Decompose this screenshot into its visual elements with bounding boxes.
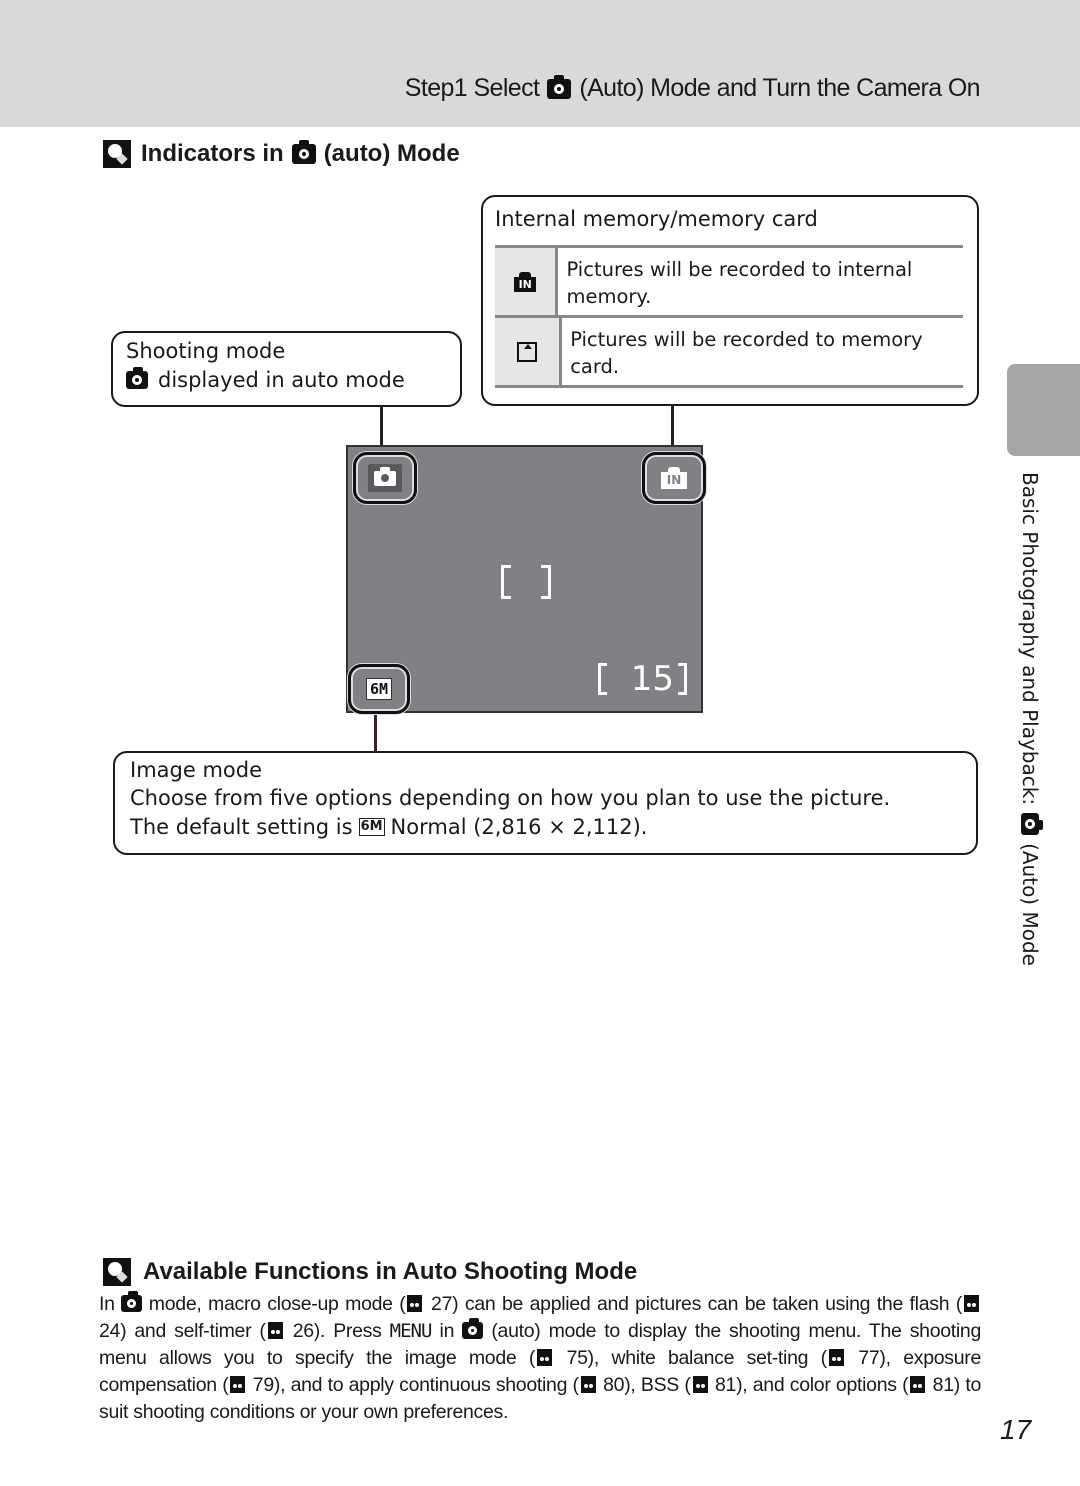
header-band xyxy=(0,0,1080,127)
step-title: Step1 Select (Auto) Mode and Turn the Ca… xyxy=(404,74,981,103)
chapter-tab-label: Basic Photography and Playback: (Auto) M… xyxy=(1018,472,1042,966)
page-reference-icon xyxy=(910,1376,926,1393)
camera-icon xyxy=(547,74,572,99)
exposures-remaining: 15 xyxy=(597,659,687,699)
image-mode-callout: Image mode Choose from five options depe… xyxy=(113,751,978,855)
section-title-suffix: (auto) Mode xyxy=(323,140,460,167)
shooting-mode-indicator xyxy=(353,452,417,504)
menu-button-label: MENU xyxy=(389,1320,433,1342)
image-mode-6m-icon: 6M xyxy=(358,818,385,836)
page-reference-icon xyxy=(230,1376,246,1393)
shooting-mode-callout: Shooting mode displayed in auto mode xyxy=(111,331,462,407)
image-mode-indicator: 6M xyxy=(348,664,410,714)
tips-paragraph: In mode, macro close-up mode ( 27) can b… xyxy=(99,1291,982,1423)
camera-icon xyxy=(291,140,316,164)
camera-icon xyxy=(126,367,148,389)
image-mode-title: Image mode xyxy=(130,758,262,782)
page-reference-icon xyxy=(964,1295,979,1312)
memory-table: IN Pictures will be recorded to internal… xyxy=(495,245,963,388)
memory-indicator: IN xyxy=(642,452,706,504)
memory-row-internal: IN Pictures will be recorded to internal… xyxy=(495,248,963,318)
tip-icon xyxy=(103,140,131,168)
page-reference-icon xyxy=(692,1376,708,1393)
memory-row-card: Pictures will be recorded to memory card… xyxy=(495,318,963,388)
step-title-suffix: (Auto) Mode and Turn the Camera On xyxy=(579,74,980,102)
shooting-mode-desc: displayed in auto mode xyxy=(158,368,405,392)
memory-callout: Internal memory/memory card IN Pictures … xyxy=(481,195,979,406)
memory-card-icon xyxy=(517,341,538,362)
memory-row-text: Pictures will be recorded to internal me… xyxy=(566,258,913,308)
camera-icon xyxy=(462,1318,484,1339)
page-reference-icon xyxy=(580,1376,596,1393)
camera-icon xyxy=(374,466,396,486)
internal-memory-icon: IN xyxy=(661,467,687,489)
memory-callout-title: Internal memory/memory card xyxy=(495,207,818,231)
tip-icon xyxy=(103,1258,131,1286)
chapter-tab xyxy=(1007,364,1080,456)
focus-bracket-right xyxy=(541,565,551,599)
camera-lcd-screen: IN 6M 15 xyxy=(346,445,706,714)
page-reference-icon xyxy=(267,1322,283,1339)
page-reference-icon xyxy=(537,1349,553,1366)
focus-bracket-left xyxy=(501,565,511,599)
page-reference-icon xyxy=(828,1349,844,1366)
memory-row-text: Pictures will be recorded to memory card… xyxy=(570,328,923,378)
image-mode-default-suffix: Normal (2,816 × 2,112). xyxy=(390,815,648,839)
tips-title: Available Functions in Auto Shooting Mod… xyxy=(103,1258,637,1286)
page-number: 17 xyxy=(1000,1414,1032,1445)
image-mode-default-prefix: The default setting is xyxy=(130,815,353,839)
internal-memory-icon: IN xyxy=(514,271,537,292)
section-title: Indicators in (auto) Mode xyxy=(103,140,460,168)
section-title-prefix: Indicators in xyxy=(141,140,284,167)
camera-icon xyxy=(121,1291,143,1312)
shooting-mode-title: Shooting mode xyxy=(126,339,286,363)
page-reference-icon xyxy=(407,1295,423,1312)
camera-icon xyxy=(1021,813,1039,836)
image-mode-desc: Choose from five options depending on ho… xyxy=(130,786,891,810)
step-title-prefix: Step1 Select xyxy=(404,74,540,102)
image-mode-icon: 6M xyxy=(365,678,393,700)
